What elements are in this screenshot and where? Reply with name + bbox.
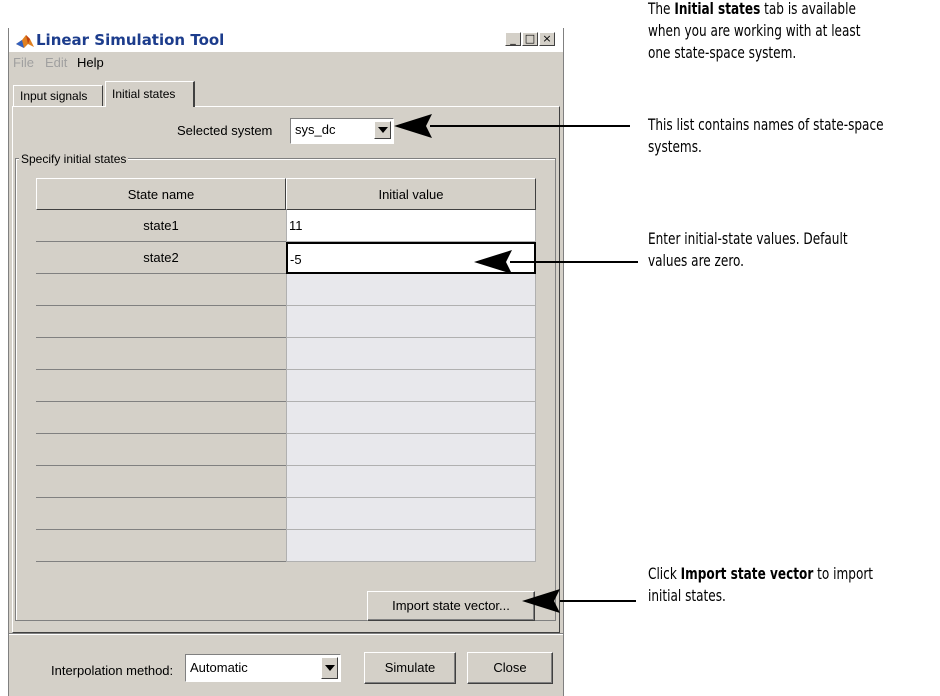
callout-arrow-initial-value	[474, 250, 638, 274]
callout-arrow-system-list	[394, 114, 630, 138]
tab-initial-states[interactable]: Initial states	[105, 81, 195, 107]
callout-arrow-import-button	[522, 589, 636, 613]
